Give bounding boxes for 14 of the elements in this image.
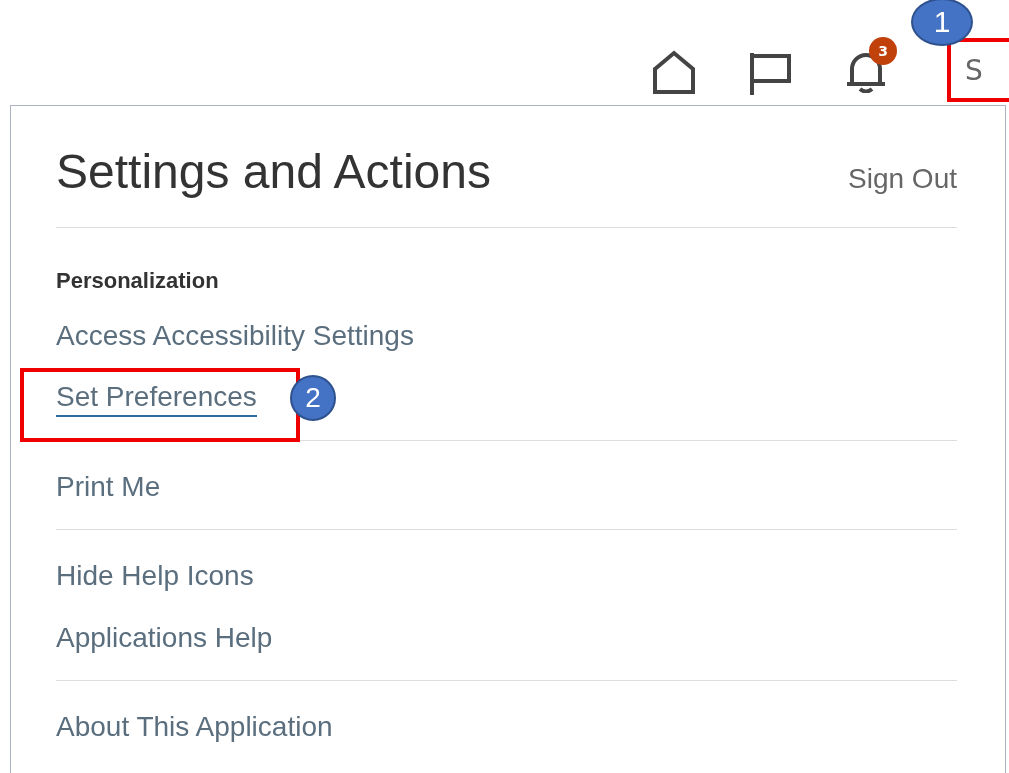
callout-marker: 2 — [290, 375, 336, 421]
menu-title: Settings and Actions — [56, 144, 491, 199]
notification-badge: 3 — [869, 37, 897, 65]
user-menu-button[interactable]: S — [947, 38, 1009, 102]
home-icon[interactable] — [651, 49, 697, 95]
menu-link[interactable]: About This Application — [56, 711, 333, 745]
menu-link[interactable]: Set Preferences — [56, 381, 257, 417]
menu-link[interactable]: Applications Help — [56, 622, 273, 656]
menu-link[interactable]: Print Me — [56, 471, 161, 505]
callout-marker: 1 — [911, 0, 973, 46]
section-heading: Personalization — [56, 267, 220, 295]
menu-link[interactable]: Hide Help Icons — [56, 560, 254, 594]
menu-link[interactable]: Access Accessibility Settings — [56, 320, 414, 354]
sign-out-link[interactable]: Sign Out — [848, 163, 957, 195]
